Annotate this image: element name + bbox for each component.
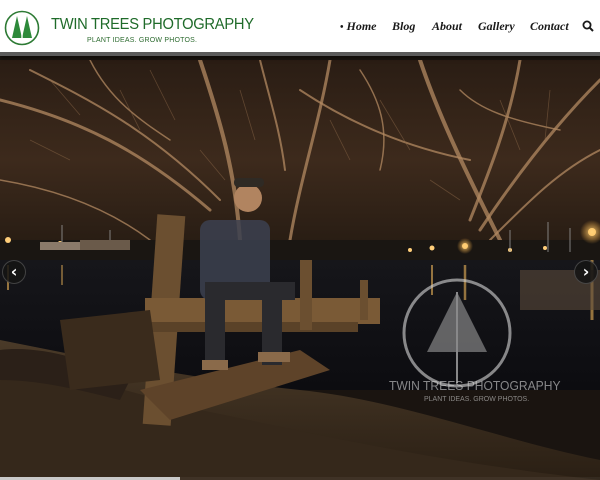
hero-photo: [0, 60, 600, 480]
nav-item-blog[interactable]: Blog: [392, 19, 415, 34]
nav-item-contact[interactable]: Contact: [530, 19, 569, 34]
search-icon[interactable]: [582, 20, 594, 32]
slider-prev-button[interactable]: ‹: [2, 260, 26, 284]
active-marker: •: [340, 22, 344, 33]
nav-label-contact: Contact: [530, 19, 569, 33]
site-header: TWIN TREES PHOTOGRAPHY PLANT IDEAS. GROW…: [0, 0, 600, 56]
nav-item-home[interactable]: • Home: [340, 19, 377, 34]
nav-item-gallery[interactable]: Gallery: [478, 19, 515, 34]
nav-label-gallery: Gallery: [478, 19, 515, 33]
brand-tagline: PLANT IDEAS. GROW PHOTOS.: [87, 37, 198, 44]
nav-label-home: Home: [346, 19, 377, 33]
hero-slider: TWIN TREES PHOTOGRAPHY PLANT IDEAS. GROW…: [0, 60, 600, 480]
nav-label-about: About: [432, 19, 463, 33]
chevron-left-icon: ‹: [10, 262, 18, 281]
nav-label-blog: Blog: [392, 19, 416, 33]
brand-title[interactable]: TWIN TREES PHOTOGRAPHY: [51, 16, 254, 34]
slider-next-button[interactable]: ›: [574, 260, 598, 284]
watermark-title: TWIN TREES PHOTOGRAPHY: [389, 378, 561, 393]
nav-item-about[interactable]: About: [432, 19, 462, 34]
watermark-tagline: PLANT IDEAS. GROW PHOTOS.: [424, 396, 530, 403]
chevron-right-icon: ›: [582, 262, 590, 281]
twin-trees-logo-icon[interactable]: [4, 10, 40, 46]
